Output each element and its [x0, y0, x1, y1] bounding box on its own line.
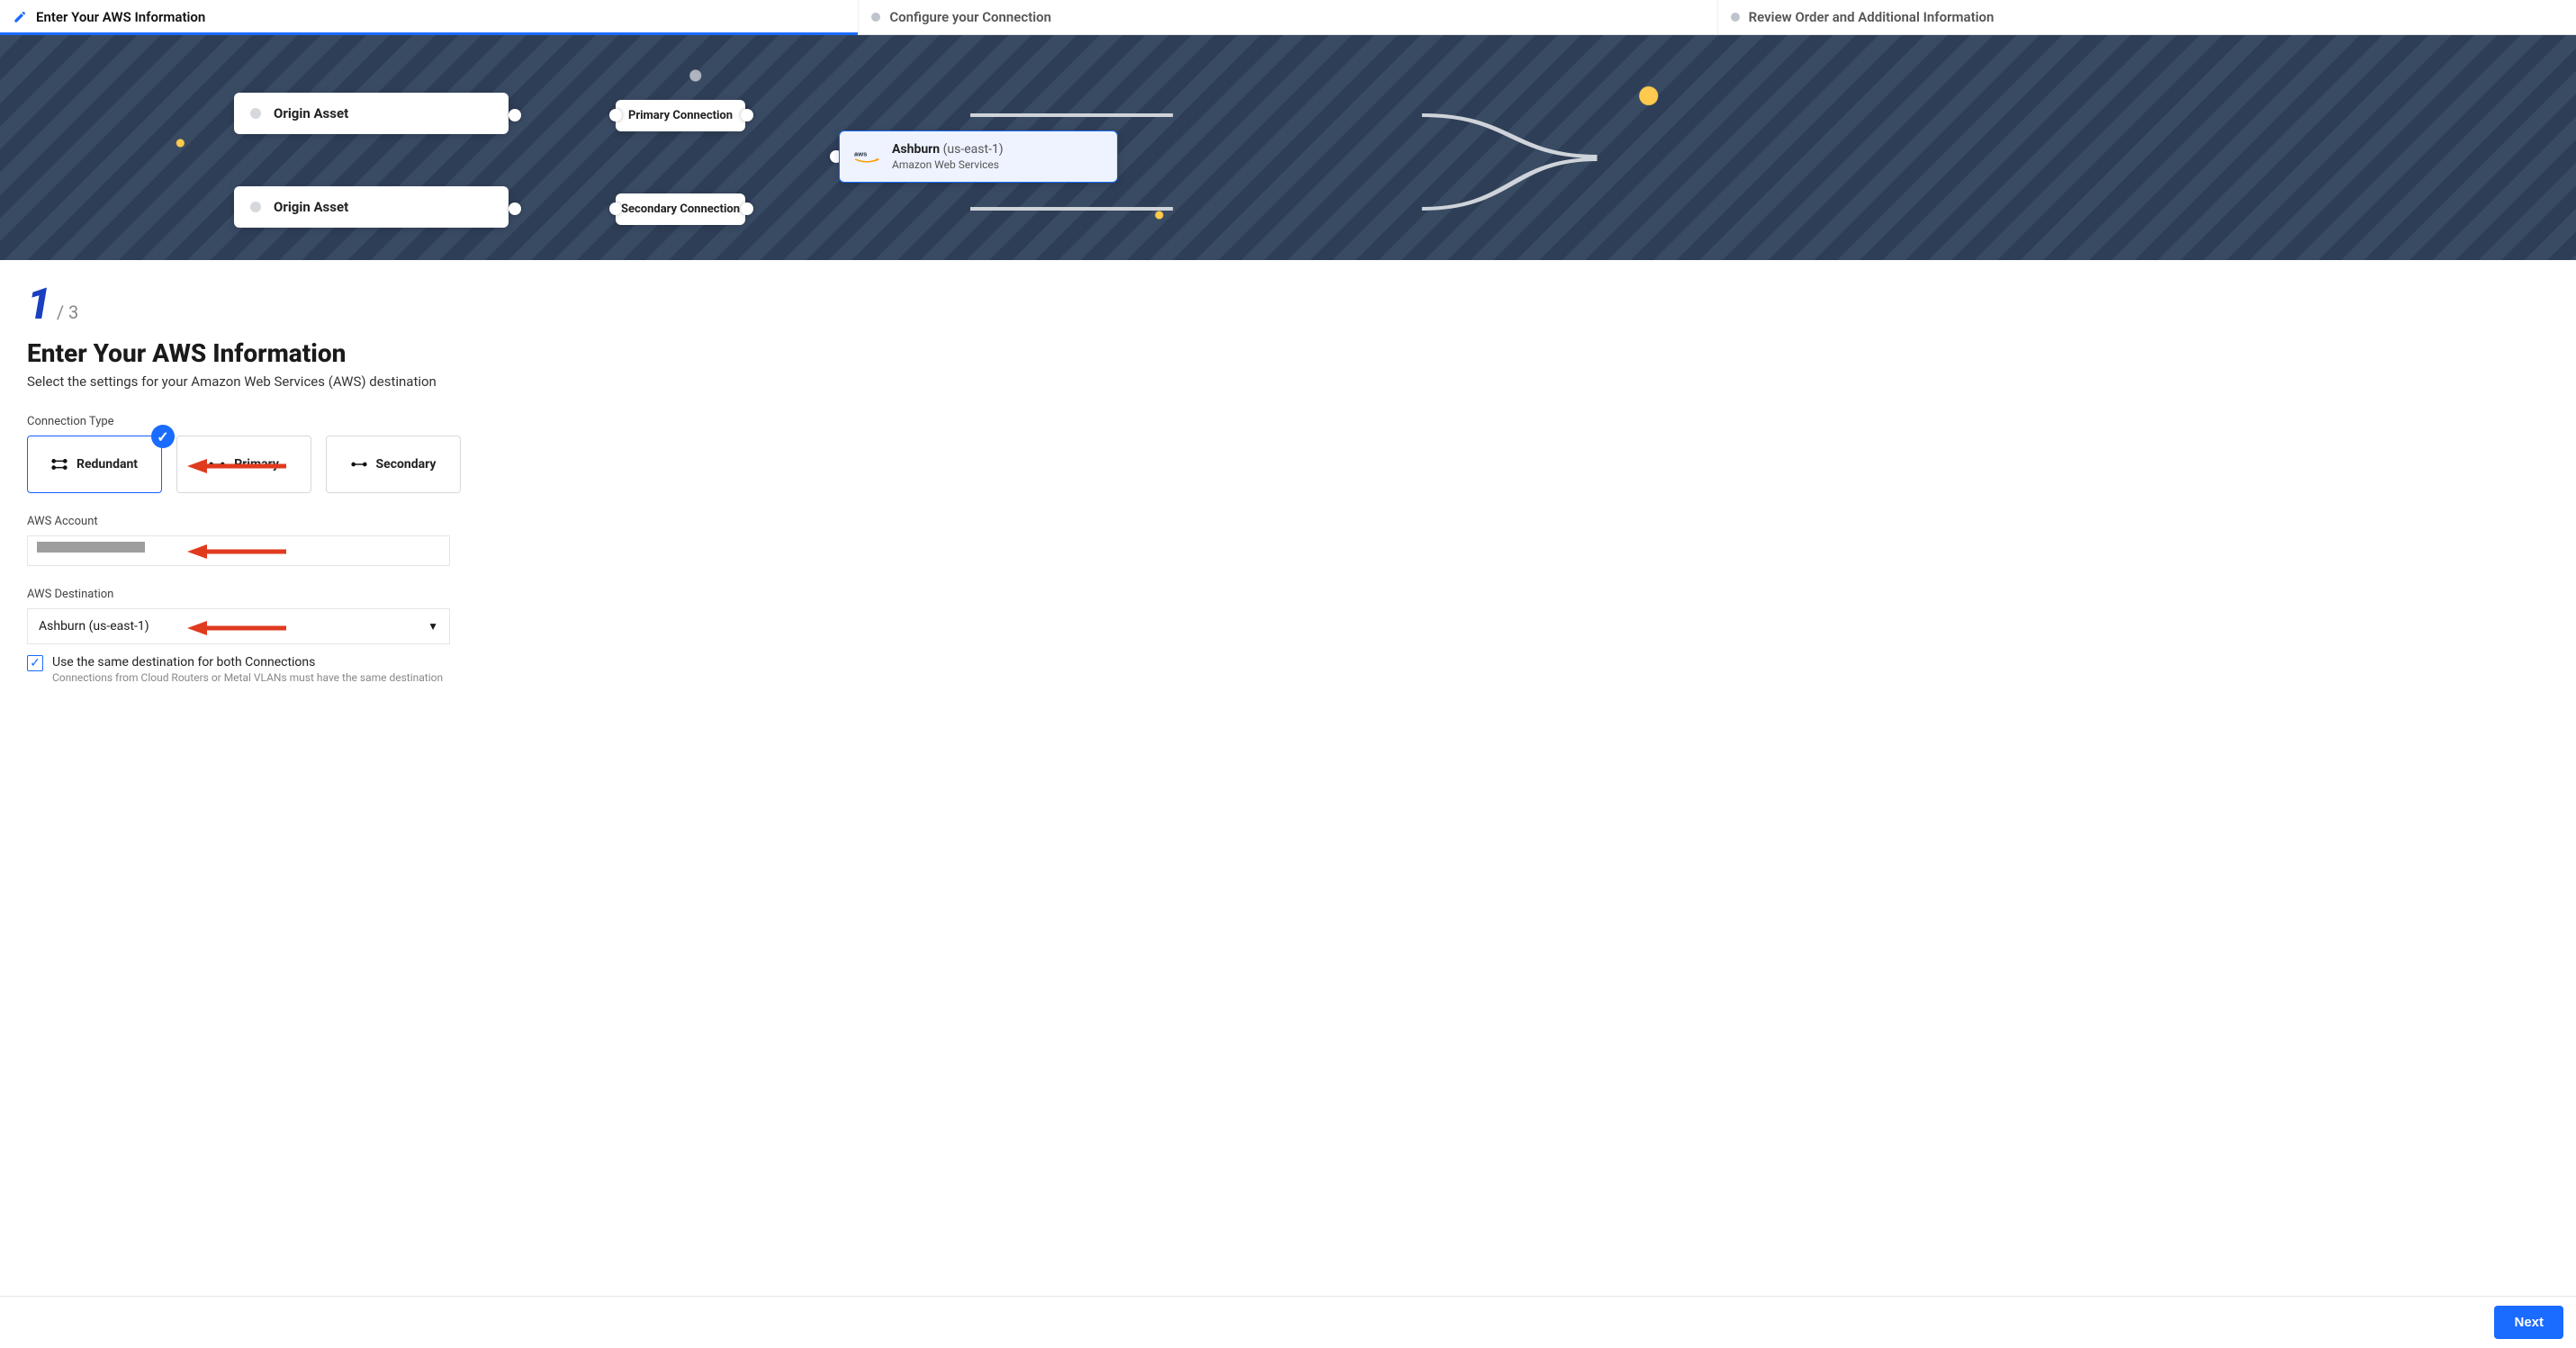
select-value: Ashburn (us-east-1) — [39, 619, 149, 634]
step-label: Configure your Connection — [889, 9, 1051, 25]
connection-type-redundant[interactable]: Redundant — [27, 436, 162, 493]
aws-destination-node: aws Ashburn (us-east-1) Amazon Web Servi… — [839, 130, 1118, 183]
node-label: Origin Asset — [274, 199, 348, 215]
node-label: Primary Connection — [628, 109, 733, 122]
step-dot-icon — [1731, 13, 1740, 22]
step-label: Review Order and Additional Information — [1749, 9, 1995, 25]
step-label: Enter Your AWS Information — [36, 9, 205, 25]
primary-connection-node: Primary Connection — [616, 100, 745, 131]
card-label: Redundant — [77, 457, 138, 472]
origin-asset-1: Origin Asset — [234, 93, 509, 134]
aws-destination-label: AWS Destination — [27, 588, 1053, 601]
page-subtitle: Select the settings for your Amazon Web … — [27, 373, 1053, 390]
port-icon — [609, 109, 622, 121]
port-icon — [609, 202, 622, 215]
step-dot-icon — [871, 13, 880, 22]
progress-total: / 3 — [57, 301, 78, 323]
port-icon — [509, 109, 521, 121]
connection-type-label: Connection Type — [27, 415, 1053, 428]
svg-text:aws: aws — [854, 149, 867, 157]
connection-type-group: Redundant Primary Secondary ✓ — [27, 436, 1053, 493]
aws-account-label: AWS Account — [27, 515, 1053, 528]
aws-icon: aws — [854, 148, 879, 165]
same-destination-label: Use the same destination for both Connec… — [52, 655, 443, 670]
node-dot-icon — [250, 202, 261, 212]
dest-provider: Amazon Web Services — [892, 158, 1004, 171]
redundant-icon — [51, 458, 68, 471]
step-review[interactable]: Review Order and Additional Information — [1718, 0, 2576, 34]
step-configure[interactable]: Configure your Connection — [859, 0, 1717, 34]
primary-icon — [209, 458, 225, 471]
progress-indicator: 1 / 3 — [27, 278, 1053, 329]
topology-diagram: Origin Asset Origin Asset Primary Connec… — [0, 35, 2576, 260]
progress-current: 1 — [27, 278, 51, 329]
pencil-icon — [13, 10, 27, 24]
node-label: Origin Asset — [274, 105, 348, 121]
same-destination-checkbox[interactable]: ✓ — [27, 655, 43, 671]
connection-type-secondary[interactable]: Secondary — [326, 436, 461, 493]
origin-asset-2: Origin Asset — [234, 186, 509, 228]
port-icon — [509, 202, 521, 215]
same-destination-help: Connections from Cloud Routers or Metal … — [52, 671, 443, 684]
dest-region: (us-east-1) — [943, 142, 1004, 157]
port-icon — [741, 202, 753, 215]
secondary-connection-node: Secondary Connection — [616, 193, 745, 225]
node-label: Secondary Connection — [621, 202, 740, 216]
secondary-icon — [351, 458, 367, 471]
check-circle-icon: ✓ — [151, 425, 175, 448]
chevron-down-icon: ▼ — [428, 620, 438, 633]
wizard-footer: Next — [0, 1296, 2576, 1348]
dest-name: Ashburn — [892, 142, 940, 157]
redacted-value — [37, 542, 145, 553]
next-button[interactable]: Next — [2494, 1306, 2563, 1339]
aws-destination-select[interactable]: Ashburn (us-east-1) ▼ — [27, 608, 450, 644]
aws-account-input[interactable] — [27, 535, 450, 566]
wizard-stepper: Enter Your AWS Information Configure you… — [0, 0, 2576, 35]
node-dot-icon — [250, 108, 261, 119]
card-label: Secondary — [376, 457, 437, 472]
step-aws-info[interactable]: Enter Your AWS Information — [0, 0, 859, 34]
port-icon — [741, 109, 753, 121]
card-label: Primary — [234, 457, 279, 472]
page-title: Enter Your AWS Information — [27, 338, 1053, 368]
connection-type-primary[interactable]: Primary — [176, 436, 311, 493]
